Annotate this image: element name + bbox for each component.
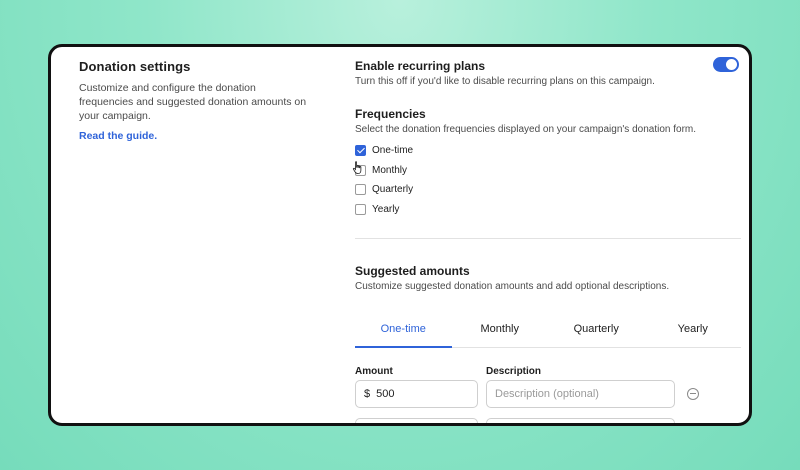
description-input[interactable]: Description (optional) xyxy=(486,380,675,408)
suggested-amounts-title: Suggested amounts xyxy=(355,264,470,278)
amount-row: $ 500 Description (optional) xyxy=(355,380,741,408)
checkbox-one-time[interactable] xyxy=(355,145,366,157)
frequency-option-one-time[interactable]: One-time xyxy=(355,141,741,161)
suggested-amounts-description: Customize suggested donation amounts and… xyxy=(355,281,670,292)
frequency-option-yearly[interactable]: Yearly xyxy=(355,200,741,220)
tab-quarterly[interactable]: Quarterly xyxy=(548,314,645,347)
description-input[interactable] xyxy=(486,418,675,423)
hand-pointer-icon xyxy=(352,160,362,174)
frequencies-title: Frequencies xyxy=(355,107,426,121)
recurring-plans-toggle[interactable] xyxy=(713,57,739,72)
suggested-amounts-block: Suggested amounts Customize suggested do… xyxy=(355,264,741,423)
recurring-description: Turn this off if you'd like to disable r… xyxy=(355,76,655,87)
remove-amount-icon[interactable] xyxy=(687,388,699,400)
section-title: Donation settings xyxy=(79,59,191,74)
checkbox-quarterly[interactable] xyxy=(355,184,366,196)
amount-input[interactable] xyxy=(355,418,478,423)
toggle-knob xyxy=(726,59,737,70)
checkbox-yearly[interactable] xyxy=(355,203,366,215)
checkbox-label: Monthly xyxy=(372,164,408,176)
amount-fields-header: Amount Description xyxy=(355,366,741,377)
section-divider xyxy=(355,238,741,239)
amount-input[interactable]: $ 500 xyxy=(355,380,478,408)
description-placeholder: Description (optional) xyxy=(495,388,599,400)
recurring-title: Enable recurring plans xyxy=(355,59,486,73)
frequency-checkbox-list: One-time Monthly Quarterly Yearly xyxy=(352,141,741,220)
checkbox-label: Quarterly xyxy=(372,184,414,196)
currency-symbol: $ xyxy=(364,388,371,400)
donation-settings-window: Donation settings Customize and configur… xyxy=(48,44,752,426)
frequency-tabs: One-time Monthly Quarterly Yearly xyxy=(355,314,741,348)
frequencies-description: Select the donation frequencies displaye… xyxy=(355,124,697,135)
section-description: Customize and configure the donation fre… xyxy=(79,82,307,122)
amount-value: 500 xyxy=(376,388,395,400)
settings-panel: Enable recurring plans Turn this off if … xyxy=(352,59,741,423)
tab-one-time[interactable]: One-time xyxy=(355,314,452,348)
recurring-plans-block: Enable recurring plans Turn this off if … xyxy=(355,59,741,87)
read-guide-link[interactable]: Read the guide. xyxy=(79,130,157,142)
donation-settings-intro: Donation settings Customize and configur… xyxy=(79,59,309,144)
amount-row xyxy=(355,418,741,423)
checkbox-label: Yearly xyxy=(372,203,400,215)
frequency-option-monthly[interactable]: Monthly xyxy=(352,160,741,181)
checkbox-label: One-time xyxy=(372,145,414,157)
amount-label: Amount xyxy=(355,366,393,377)
description-label: Description xyxy=(486,366,542,377)
tab-yearly[interactable]: Yearly xyxy=(645,314,742,347)
tab-monthly[interactable]: Monthly xyxy=(452,314,549,347)
frequencies-block: Frequencies Select the donation frequenc… xyxy=(352,107,741,220)
frequency-option-quarterly[interactable]: Quarterly xyxy=(355,180,741,200)
